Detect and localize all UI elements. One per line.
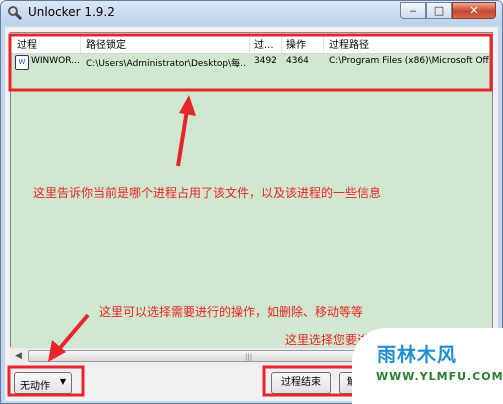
watermark-title: 雨林木风 <box>377 344 458 366</box>
arrow-up-line <box>176 109 189 167</box>
watermark-url: WWW.YLMFU.COM <box>376 370 503 383</box>
highlight-box-dropdown <box>7 365 85 397</box>
arrow-up-icon <box>179 95 196 116</box>
highlight-box-list <box>8 33 493 92</box>
arrow-down-line <box>58 313 90 350</box>
site-watermark: 雨林木风 WWW.YLMFU.COM <box>352 328 503 404</box>
